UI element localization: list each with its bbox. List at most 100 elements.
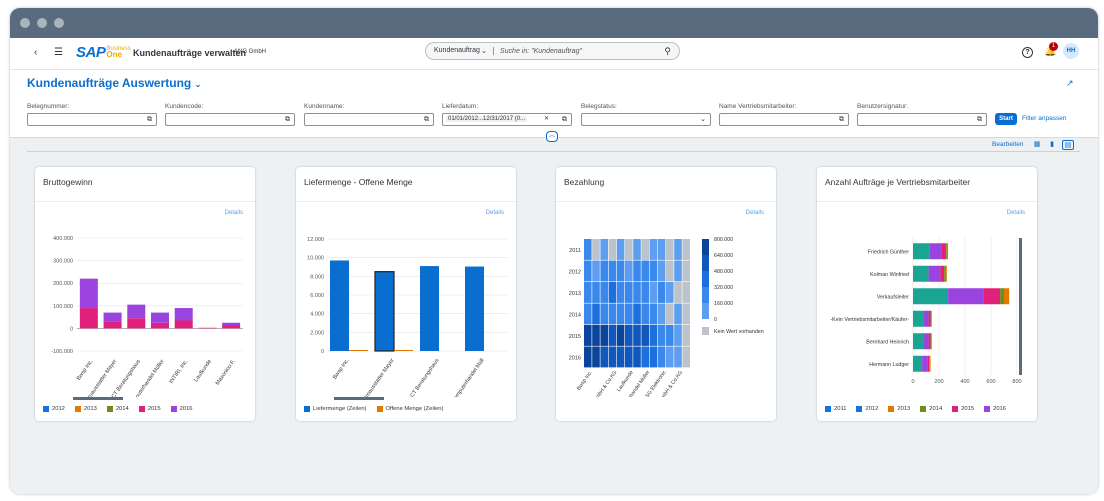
window-minimize-dot[interactable] [37, 18, 47, 28]
bar-segment [930, 310, 932, 327]
delivery-chart: 12.000 10.000 8.000 6.000 4.000 2.000 0 Bwsp In… [307, 237, 508, 397]
details-link[interactable]: Details [225, 210, 243, 216]
scale-band [702, 255, 709, 271]
tile-view-icon[interactable]: ▤ [1062, 140, 1074, 150]
bar-segment [945, 265, 947, 282]
legend-item[interactable]: 2015 [952, 406, 974, 412]
card-title: Bruttogewinn [43, 177, 93, 187]
bar-segment [931, 310, 932, 327]
share-icon[interactable]: ↗ [1066, 78, 1074, 89]
legend-label: Offene Menge (Zeilen) [385, 406, 444, 412]
legend-item[interactable]: 2012 [856, 406, 878, 412]
heatmap-cell [666, 260, 674, 282]
search-input[interactable]: Suche in: "Kundenauftrag" [494, 48, 664, 55]
chart-legend: Liefermenge (Zeilen) Offene Menge (Zeilen… [304, 406, 443, 412]
heatmap-cell [608, 325, 617, 346]
filter-field-kundencode[interactable]: ⧉ [165, 113, 295, 126]
heatmap-cell [649, 303, 658, 325]
heatmap-cell [616, 239, 625, 260]
legend-item[interactable]: Offene Menge (Zeilen) [376, 406, 444, 412]
back-icon[interactable]: ‹ [34, 47, 37, 58]
filter-field-vertriebsmitarbeiter[interactable]: ⧉ [719, 113, 849, 126]
scale-band [702, 271, 709, 287]
menu-list-icon[interactable]: ☰ [54, 47, 63, 58]
value-help-icon[interactable]: ⧉ [839, 114, 844, 125]
start-button[interactable]: Start [995, 113, 1017, 125]
table-view-icon[interactable]: ▦ [1031, 140, 1043, 150]
window-close-dot[interactable] [20, 18, 30, 28]
heatmap-cell [682, 325, 690, 346]
legend-item[interactable]: 2014 [106, 406, 129, 412]
filter-field-belegnummer[interactable]: ⧉ [27, 113, 157, 126]
x-tick-label: CT Beratungshaus [409, 358, 440, 397]
card-gross-profit: Bruttogewinn Details 400.000 300.000 200.0… [35, 167, 255, 421]
edit-link[interactable]: Bearbeiten [992, 141, 1023, 148]
filter-field-lieferdatum[interactable]: 01/01/2012...12/31/2017 (0... ✕ ⧉ [442, 113, 572, 126]
heatmap-cell [608, 346, 617, 368]
details-link[interactable]: Details [746, 210, 764, 216]
value-help-icon[interactable]: ⧉ [562, 114, 567, 125]
details-link[interactable]: Details [486, 210, 504, 216]
legend-item[interactable]: 2016 [984, 406, 1006, 412]
search-field[interactable]: Kundenauftrag ⌄ Suche in: "Kundenauftrag"… [425, 42, 680, 60]
filter-label-vertriebsmitarbeiter: Name Vertriebsmitarbeiter: [719, 103, 797, 110]
bar-segment [931, 333, 932, 350]
bar-segment [79, 278, 98, 309]
heatmap-cell [666, 282, 674, 303]
sap-logo[interactable]: SAP Business One [76, 44, 131, 61]
y-tick-label: 6.000 [310, 293, 324, 299]
legend-item[interactable]: 2011 [825, 406, 846, 412]
heatmap-cell [608, 260, 617, 282]
legend-swatch [825, 406, 831, 412]
heatmap-cell [674, 239, 682, 260]
search-icon[interactable]: ⚲ [664, 46, 671, 57]
scroll-indicator[interactable] [334, 397, 384, 400]
legend-item[interactable]: Liefermenge (Zeilen) [304, 406, 367, 412]
heatmap-cell [666, 303, 674, 325]
value-help-icon[interactable]: ⧉ [285, 114, 290, 125]
clear-token-icon[interactable]: ✕ [544, 114, 549, 125]
legend-swatch [304, 406, 310, 412]
legend-swatch [74, 406, 81, 412]
value-help-icon[interactable]: ⧉ [424, 114, 429, 125]
chevron-down-icon: ⌄ [194, 80, 202, 89]
bar-segment [944, 265, 946, 282]
bar-segment [913, 265, 929, 282]
help-icon[interactable]: ? [1022, 47, 1033, 58]
payment-heatmap: 201120122013201420152016Bwsp Inc.PC Worl… [569, 237, 764, 397]
bar [374, 271, 395, 352]
page-title[interactable]: Kundenaufträge Auswertung ⌄ [27, 76, 201, 90]
card-title: Bezahlung [564, 177, 605, 187]
value-help-icon[interactable]: ⧉ [977, 114, 982, 125]
search-scope-select[interactable]: Kundenauftrag ⌄ [426, 47, 494, 55]
heatmap-cell [649, 239, 658, 260]
details-link[interactable]: Details [1007, 210, 1025, 216]
value-help-icon[interactable]: ⧉ [147, 114, 152, 125]
x-tick-label: 800 [1012, 379, 1021, 385]
window-maximize-dot[interactable] [54, 18, 64, 28]
legend-item[interactable]: 2016 [170, 406, 193, 412]
scroll-indicator[interactable] [73, 397, 123, 400]
bar-segment [948, 288, 984, 305]
legend-item[interactable]: 2013 [888, 406, 910, 412]
filter-adjust-link[interactable]: Filter anpassen [1022, 115, 1066, 122]
legend-item[interactable]: 2013 [74, 406, 97, 412]
x-tick-label: Maxoniou F. [215, 358, 237, 386]
bar [465, 266, 484, 351]
chart-view-icon[interactable]: ▮ [1046, 140, 1058, 150]
legend-item[interactable]: 2012 [43, 406, 65, 412]
filter-field-kundenname[interactable]: ⧉ [304, 113, 434, 126]
filter-field-belegstatus[interactable]: ⌄ [581, 113, 711, 126]
chart-legend: 2012 2013 2014 2015 2016 [43, 406, 193, 412]
avatar[interactable]: HH [1063, 43, 1079, 59]
legend-item[interactable]: 2014 [920, 406, 942, 412]
legend-item[interactable]: 2015 [138, 406, 161, 412]
shell-bar: ‹ ☰ SAP Business One Kundenaufträge verwa… [10, 38, 1098, 70]
page-header: Kundenaufträge Auswertung ⌄ ↗ Belegnumme… [10, 70, 1098, 142]
heatmap-cell [674, 303, 682, 325]
chevron-down-icon[interactable]: ⌄ [700, 114, 706, 125]
collapse-header-button[interactable]: ︿ [546, 131, 558, 142]
heatmap-cell [592, 282, 600, 303]
filter-field-benutzersignatur[interactable]: ⧉ [857, 113, 987, 126]
bar-segment [928, 310, 931, 327]
